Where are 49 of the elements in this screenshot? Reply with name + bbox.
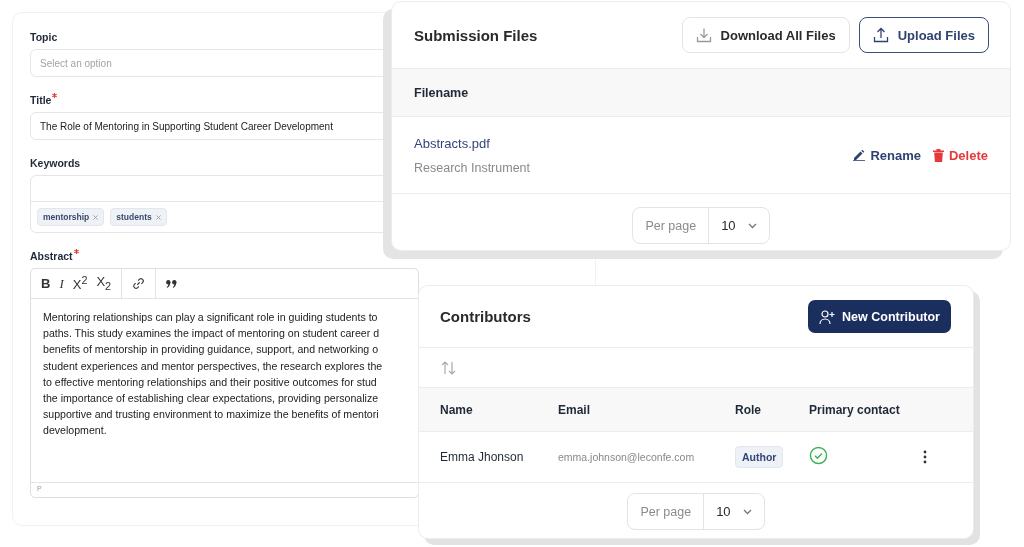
- field-label: Topic: [30, 31, 58, 43]
- role-tag: Author: [735, 446, 784, 468]
- card-title: Contributors: [440, 308, 531, 325]
- new-contributor-button[interactable]: New Contributor: [808, 300, 951, 333]
- download-icon: [695, 27, 712, 43]
- add-user-icon: [819, 308, 836, 325]
- subscript-button[interactable]: X$_{2}$: [96, 275, 112, 292]
- abstract-line: development.: [43, 423, 107, 439]
- column-header: Filename: [414, 85, 469, 100]
- file-type: Research Instrument: [414, 160, 531, 175]
- abstract-line: to effective mentoring relationships and their positive outcomes for stud: [43, 374, 377, 390]
- bold-button[interactable]: B: [41, 277, 51, 290]
- contributor-name: Emma Jhonson: [440, 450, 524, 464]
- keyword-tag[interactable]: mentorship: [37, 208, 105, 226]
- superscript-button[interactable]: X$^{2}$: [72, 275, 88, 292]
- column-header: Role: [735, 402, 761, 417]
- link-icon[interactable]: [132, 277, 146, 290]
- per-page-label: Per page: [633, 208, 710, 243]
- abstract-line: paths. This study examines the impact of mentoring on student career d: [43, 326, 380, 342]
- delete-button[interactable]: Delete: [932, 147, 988, 163]
- quote-icon[interactable]: [166, 279, 178, 288]
- field-label: Title: [30, 94, 52, 106]
- field-label: Abstract: [30, 250, 73, 262]
- italic-button[interactable]: I: [59, 277, 64, 290]
- abstract-line: Mentoring relationships can play a significant role in guiding students to: [43, 310, 378, 325]
- pencil-icon: [853, 149, 866, 161]
- upload-button[interactable]: Upload Files: [858, 17, 989, 53]
- rename-button[interactable]: Rename: [853, 147, 921, 163]
- column-header: Primary contact: [809, 402, 900, 417]
- keyword-tag[interactable]: students: [110, 208, 167, 226]
- abstract-line: the importance of establishing clear expectations, providing personalize: [43, 391, 379, 406]
- more-options-icon[interactable]: [923, 450, 927, 464]
- trash-icon: [932, 148, 944, 162]
- upload-icon: [872, 27, 889, 43]
- abstract-line: student experiences and mentor perspectives, the research explores the: [43, 358, 383, 374]
- chevron-down-icon: [747, 222, 757, 229]
- field-label: Keywords: [30, 157, 81, 169]
- abstract-line: supportive and trusting environment to maximize the benefits of mentori: [43, 407, 379, 423]
- column-header: Name: [440, 402, 473, 417]
- column-header: Email: [558, 402, 590, 417]
- abstract-line: benefits of mentorship in providing guidance, support, and networking o: [43, 342, 379, 358]
- per-page-select[interactable]: 10: [709, 208, 769, 243]
- file-link[interactable]: Abstracts.pdf: [414, 135, 490, 151]
- card-title: Submission Files: [414, 26, 538, 44]
- contributor-email: emma.johnson@leconfe.com: [558, 451, 695, 463]
- chevron-down-icon: [742, 508, 752, 515]
- per-page-select[interactable]: 10: [704, 494, 764, 529]
- download-button[interactable]: Download All Files: [681, 17, 850, 53]
- per-page-label: Per page: [628, 494, 705, 529]
